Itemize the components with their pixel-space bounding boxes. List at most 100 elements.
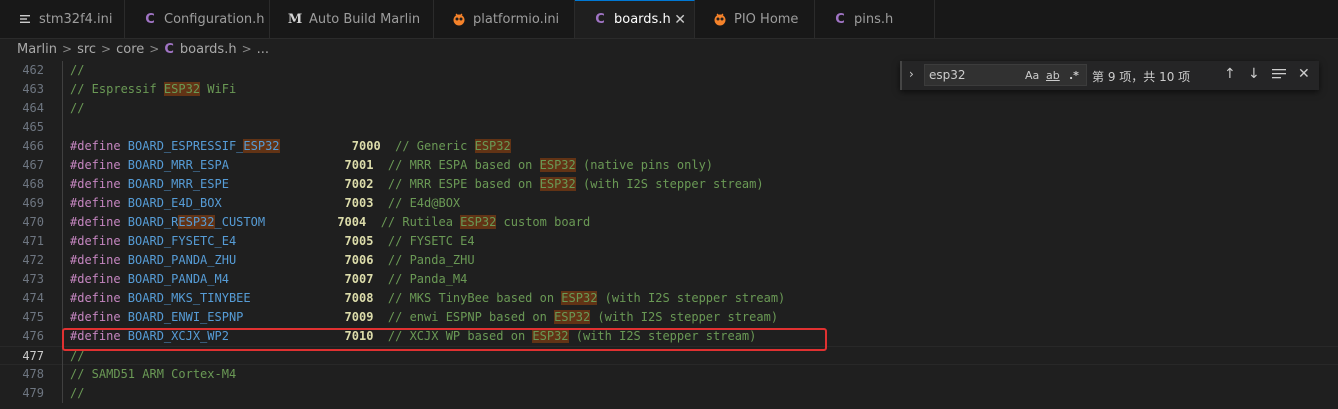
indent-guide xyxy=(62,156,63,175)
close-icon[interactable]: ✕ xyxy=(1298,66,1310,82)
tab-label: PIO Home xyxy=(734,11,799,27)
code-line[interactable]: 473 #define BOARD_PANDA_M4 7007 // Panda_… xyxy=(0,270,1338,289)
chevron-right-icon[interactable]: › xyxy=(909,67,914,81)
line-number: 474 xyxy=(22,291,44,305)
close-icon[interactable]: ✕ xyxy=(674,12,686,28)
code-token: 7002 xyxy=(344,177,374,191)
arrow-up-icon[interactable]: ↑ xyxy=(1224,66,1236,82)
breadcrumb-item-file[interactable]: boards.h xyxy=(180,42,237,57)
code-line[interactable]: 471 #define BOARD_FYSETC_E4 7005 // FYSET… xyxy=(0,232,1338,251)
code-token: (with I2S stepper stream) xyxy=(590,310,779,324)
tab-pio-home[interactable]: PIO Home xyxy=(695,0,815,38)
code-line[interactable]: 467 #define BOARD_MRR_ESPA 7001 // MRR ES… xyxy=(0,156,1338,175)
code-token: // enwi ESPNP based on xyxy=(387,310,555,324)
code-token: // SAMD51 ARM Cortex-M4 xyxy=(70,367,237,381)
tab-label: boards.h xyxy=(614,12,671,27)
indent-guide xyxy=(62,61,63,80)
code-token: // xyxy=(70,63,85,77)
chevron-right-icon: > xyxy=(101,42,112,56)
code-line[interactable]: 478 // SAMD51 ARM Cortex-M4 xyxy=(0,365,1338,384)
find-widget: › Aa ab .* 第 9 项，共 10 项 ↑ ↓ ✕ xyxy=(900,61,1319,90)
code-line[interactable]: 466 #define BOARD_ESPRESSIF_ESP32 7000 //… xyxy=(0,137,1338,156)
indent-guide xyxy=(62,289,63,308)
code-token: BOARD_MKS_TINYBEE xyxy=(127,291,251,305)
code-line[interactable]: 475 #define BOARD_ENWI_ESPNP 7009 // enwi… xyxy=(0,308,1338,327)
line-code: #define BOARD_MRR_ESPA 7001 // MRR ESPA … xyxy=(70,156,713,175)
code-token: // E4d@BOX xyxy=(387,196,461,210)
indent-guide xyxy=(62,213,63,232)
tab-label: platformio.ini xyxy=(473,11,560,27)
line-number: 472 xyxy=(22,253,44,267)
find-input[interactable] xyxy=(929,67,1019,83)
c-file-icon: C xyxy=(145,11,155,27)
arrow-down-icon[interactable]: ↓ xyxy=(1248,66,1260,82)
tab-boards-h[interactable]: C boards.h ✕ xyxy=(575,0,695,38)
tab-label: pins.h xyxy=(854,11,894,27)
match-case-button[interactable]: Aa xyxy=(1025,69,1039,82)
code-token: #define xyxy=(70,139,128,153)
tab-stm32f4-ini[interactable]: stm32f4.ini xyxy=(0,0,125,38)
platformio-icon xyxy=(452,12,466,26)
code-line[interactable]: 472 #define BOARD_PANDA_ZHU 7006 // Panda… xyxy=(0,251,1338,270)
line-number: 467 xyxy=(22,158,44,172)
tab-platformio-ini[interactable]: platformio.ini xyxy=(434,0,575,38)
find-input-box[interactable]: Aa ab .* xyxy=(924,64,1087,86)
indent-guide xyxy=(62,251,63,270)
code-token: (with I2S stepper stream) xyxy=(597,291,786,305)
search-match: ESP32 xyxy=(474,139,511,153)
line-code: #define BOARD_MKS_TINYBEE 7008 // MKS Ti… xyxy=(70,289,785,308)
c-file-icon: C xyxy=(595,12,605,27)
code-token: (with I2S stepper stream) xyxy=(575,177,764,191)
tab-configuration-h[interactable]: C Configuration.h xyxy=(125,0,270,38)
breadcrumb-item-marlin[interactable]: Marlin xyxy=(17,42,57,57)
indent-guide xyxy=(62,194,63,213)
breadcrumb-item-core[interactable]: core xyxy=(116,42,144,57)
indent-guide xyxy=(62,384,63,403)
code-line[interactable]: 464 // xyxy=(0,99,1338,118)
code-line[interactable]: 474 #define BOARD_MKS_TINYBEE 7008 // MKS… xyxy=(0,289,1338,308)
code-editor[interactable]: 462 // 463 // Espressif ESP32 WiFi 464 // 465 4… xyxy=(0,61,1338,409)
regex-button[interactable]: .* xyxy=(1069,69,1079,82)
breadcrumb-item-symbol[interactable]: ... xyxy=(257,42,269,57)
code-line[interactable]: 465 xyxy=(0,118,1338,137)
code-token: 7007 xyxy=(344,272,374,286)
indent-guide xyxy=(62,270,63,289)
tab-label: stm32f4.ini xyxy=(39,11,113,27)
code-token: 7005 xyxy=(344,234,374,248)
code-token: #define xyxy=(70,215,128,229)
search-match: ESP32 xyxy=(554,310,591,324)
search-match: ESP32 xyxy=(460,215,497,229)
line-code: #define BOARD_FYSETC_E4 7005 // FYSETC E… xyxy=(70,232,475,251)
whole-word-button[interactable]: ab xyxy=(1046,69,1060,82)
code-token: // xyxy=(70,349,85,363)
code-line[interactable]: 479 // xyxy=(0,384,1338,403)
code-token: BOARD_MRR_ESPA xyxy=(127,158,229,172)
c-file-icon: C xyxy=(164,41,174,57)
line-code: // xyxy=(70,61,84,80)
code-token: 7000 xyxy=(351,139,381,153)
code-line[interactable]: 468 #define BOARD_MRR_ESPE 7002 // MRR ES… xyxy=(0,175,1338,194)
line-number: 466 xyxy=(22,139,44,153)
code-line[interactable]: 470 #define BOARD_RESP32_CUSTOM 7004 // R… xyxy=(0,213,1338,232)
tab-auto-build-marlin[interactable]: M Auto Build Marlin xyxy=(270,0,434,38)
chevron-right-icon: > xyxy=(241,42,252,56)
find-in-selection-icon[interactable] xyxy=(1272,66,1286,84)
tab-pins-h[interactable]: C pins.h xyxy=(815,0,935,38)
code-line[interactable]: 469 #define BOARD_E4D_BOX 7003 // E4d@BOX xyxy=(0,194,1338,213)
breadcrumb-item-src[interactable]: src xyxy=(77,42,96,57)
code-token: 7006 xyxy=(344,253,374,267)
code-token: custom board xyxy=(496,215,591,229)
code-token: (native pins only) xyxy=(575,158,714,172)
code-token: #define xyxy=(70,272,128,286)
